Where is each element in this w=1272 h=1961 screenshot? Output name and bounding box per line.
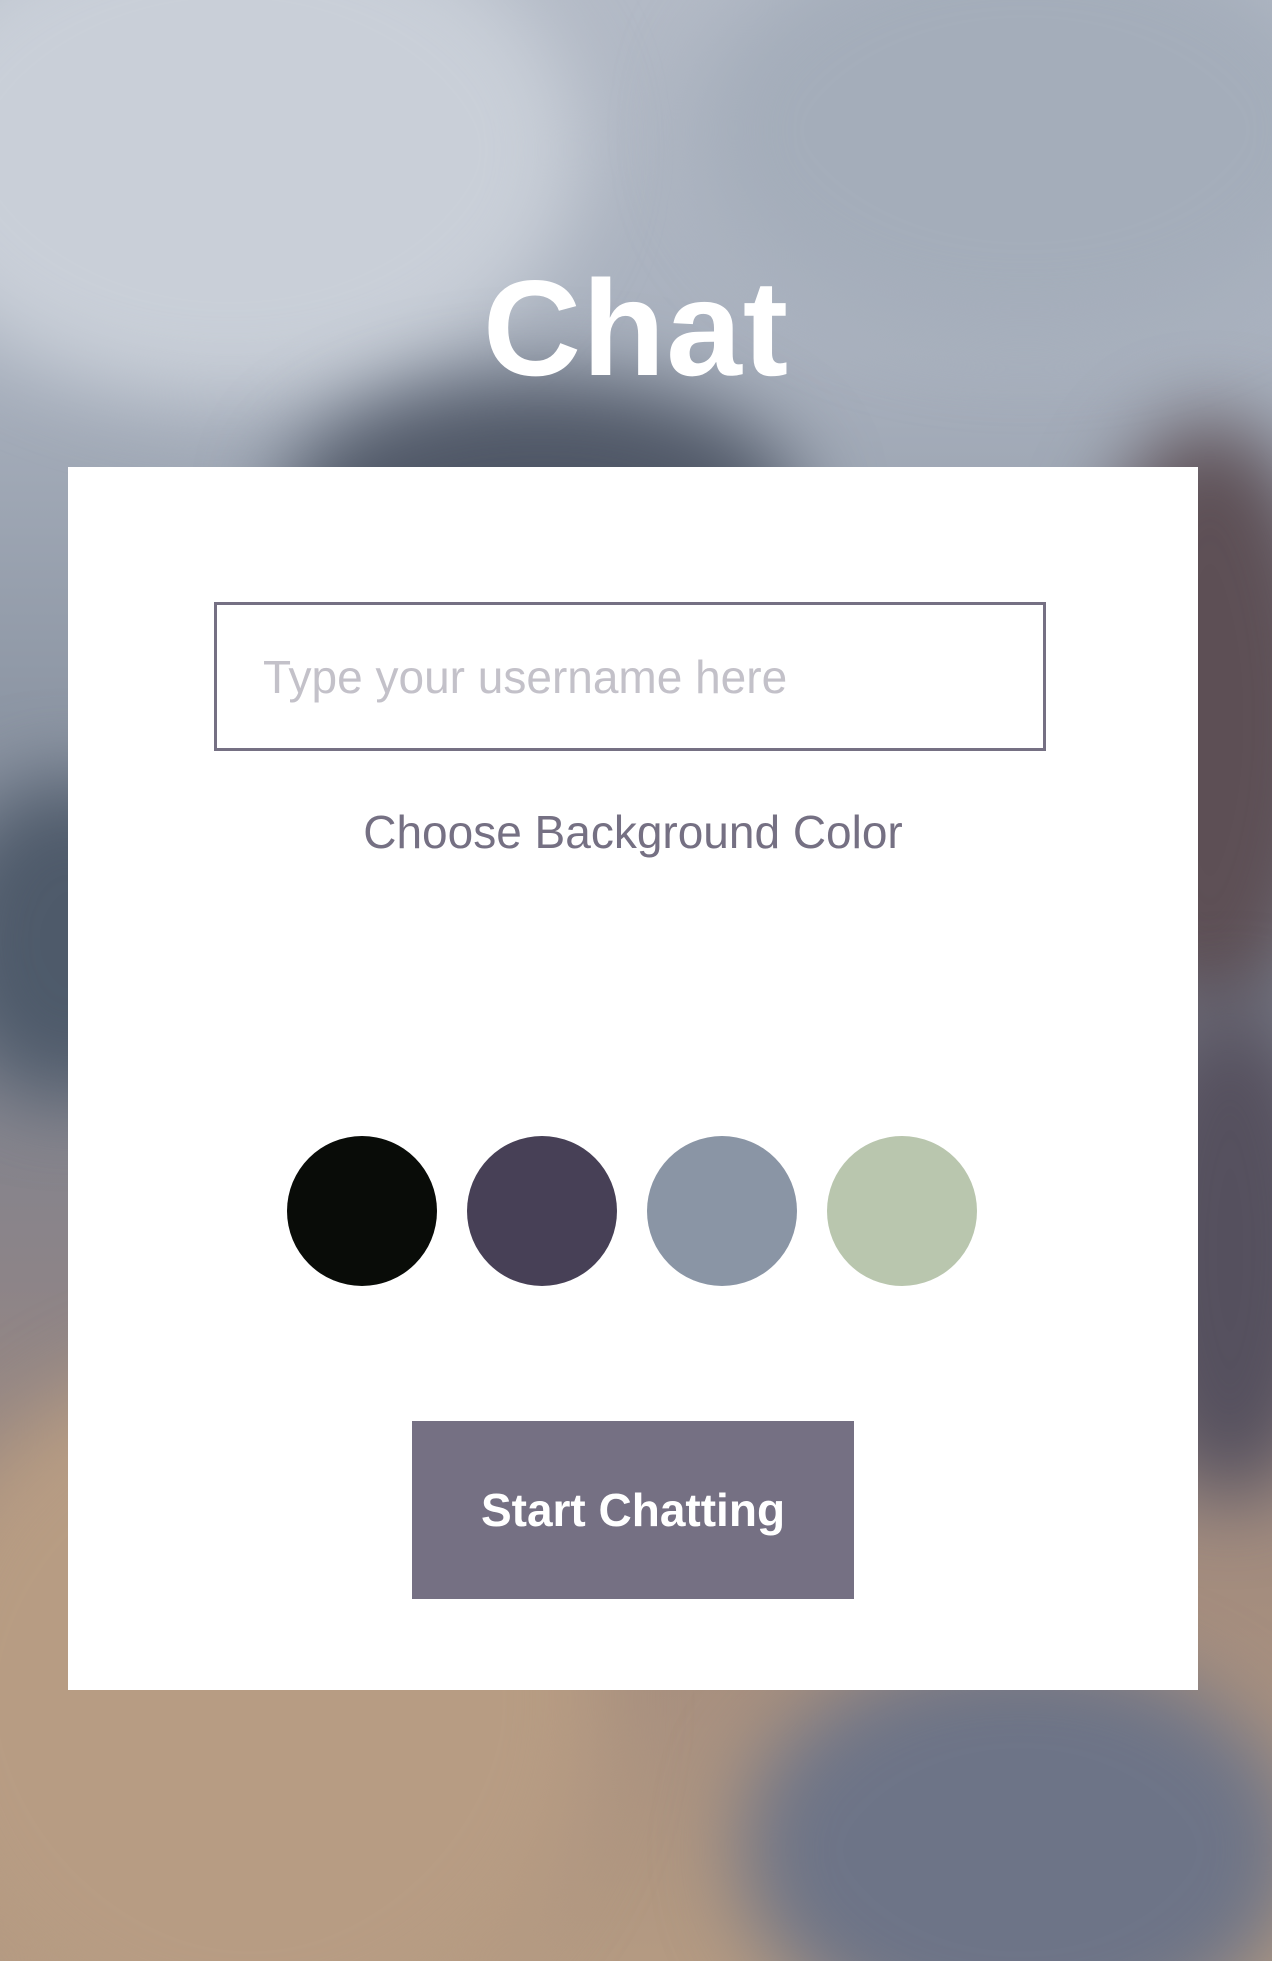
choose-background-color-label: Choose Background Color — [363, 806, 903, 858]
color-swatch-purple[interactable] — [467, 1136, 617, 1286]
start-chatting-button[interactable]: Start Chatting — [412, 1421, 854, 1599]
app-title: Chat — [482, 252, 790, 404]
start-card: Choose Background Color Start Chatting — [68, 467, 1198, 1690]
color-swatch-sage-green[interactable] — [827, 1136, 977, 1286]
color-swatch-group — [287, 1136, 977, 1286]
username-input[interactable] — [214, 602, 1046, 751]
color-swatch-gray-blue[interactable] — [647, 1136, 797, 1286]
color-swatch-black[interactable] — [287, 1136, 437, 1286]
